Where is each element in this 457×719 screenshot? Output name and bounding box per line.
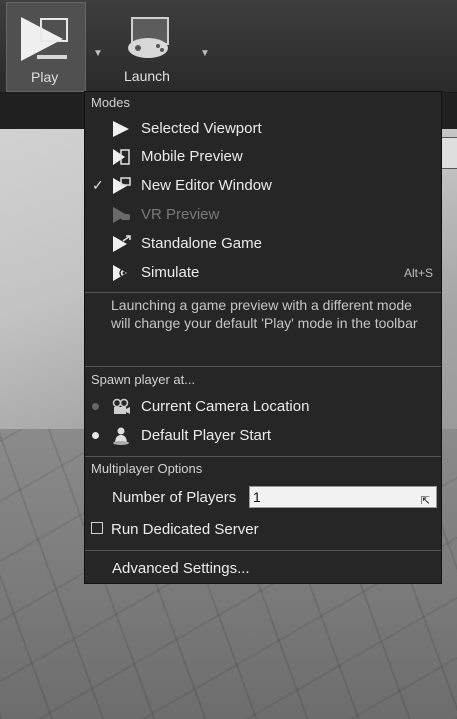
dedicated-server-checkbox[interactable] — [91, 522, 103, 534]
number-of-players-label: Number of Players — [112, 489, 237, 506]
menu-separator — [85, 456, 441, 457]
mode-selected-viewport[interactable]: Selected Viewport — [85, 115, 441, 143]
play-icon — [21, 17, 68, 61]
simulate-shortcut: Alt+S — [403, 266, 433, 280]
player-start-icon — [113, 427, 129, 445]
play-button[interactable]: Play — [6, 2, 86, 92]
multiplayer-section-header: Multiplayer Options — [91, 461, 203, 476]
number-of-players-row: Number of Players 1 ⇱ — [85, 483, 441, 513]
spawn-default-player-start[interactable]: Default Player Start — [85, 422, 441, 450]
mode-label: Standalone Game — [141, 235, 262, 252]
launch-label: Launch — [124, 68, 170, 84]
players-value: 1 — [253, 489, 261, 505]
launch-gamepad-icon — [128, 17, 169, 58]
dedicated-server-label: Run Dedicated Server — [111, 521, 259, 538]
mode-label: New Editor Window — [141, 177, 272, 194]
main-toolbar: Play ▼ Launch ▼ — [0, 0, 457, 93]
simulate-icon — [113, 265, 129, 281]
checkmark-icon: ✓ — [92, 177, 104, 193]
play-mode-info-text: Launching a game preview with a differen… — [111, 297, 418, 331]
mode-label: Mobile Preview — [141, 148, 243, 165]
play-options-menu: Modes Selected Viewport Mobile Preview ✓… — [84, 91, 442, 584]
menu-separator — [85, 366, 441, 367]
spawn-label: Current Camera Location — [141, 398, 310, 415]
vr-preview-icon — [113, 207, 130, 223]
modes-section-header: Modes — [91, 95, 131, 110]
spin-resize-icon[interactable]: ⇱ — [421, 491, 430, 511]
spawn-label: Default Player Start — [141, 427, 272, 444]
advanced-settings-item[interactable]: Advanced Settings... — [85, 556, 441, 582]
mode-vr-preview[interactable]: VR Preview — [85, 201, 441, 229]
play-triangle-icon — [113, 121, 129, 137]
mode-standalone-game[interactable]: Standalone Game — [85, 230, 441, 258]
mode-new-editor-window[interactable]: ✓ New Editor Window — [85, 172, 441, 200]
advanced-settings-label: Advanced Settings... — [112, 560, 250, 577]
spawn-current-camera[interactable]: Current Camera Location — [85, 393, 441, 421]
launch-options-chevron-icon[interactable]: ▼ — [200, 48, 210, 59]
mode-label: Selected Viewport — [141, 120, 262, 137]
menu-separator — [85, 292, 441, 293]
radio-unselected-icon — [92, 403, 99, 410]
play-options-chevron-icon[interactable]: ▼ — [93, 48, 103, 59]
radio-selected-icon — [92, 432, 99, 439]
run-dedicated-server-row[interactable]: Run Dedicated Server — [85, 516, 441, 544]
play-label: Play — [31, 69, 59, 85]
mode-label: VR Preview — [141, 206, 220, 223]
menu-separator — [85, 550, 441, 551]
launch-button[interactable]: Launch — [112, 2, 188, 92]
mobile-preview-icon — [113, 149, 130, 165]
mode-mobile-preview[interactable]: Mobile Preview — [85, 143, 441, 171]
mode-label: Simulate — [141, 264, 200, 281]
camera-icon — [112, 398, 130, 414]
number-of-players-input[interactable]: 1 ⇱ — [249, 486, 437, 508]
mode-simulate[interactable]: Simulate Alt+S — [85, 259, 441, 287]
editor-window-icon — [113, 177, 131, 194]
spawn-section-header: Spawn player at... — [91, 372, 196, 387]
standalone-game-icon — [113, 235, 131, 252]
viewport-options-button[interactable] — [440, 137, 457, 169]
